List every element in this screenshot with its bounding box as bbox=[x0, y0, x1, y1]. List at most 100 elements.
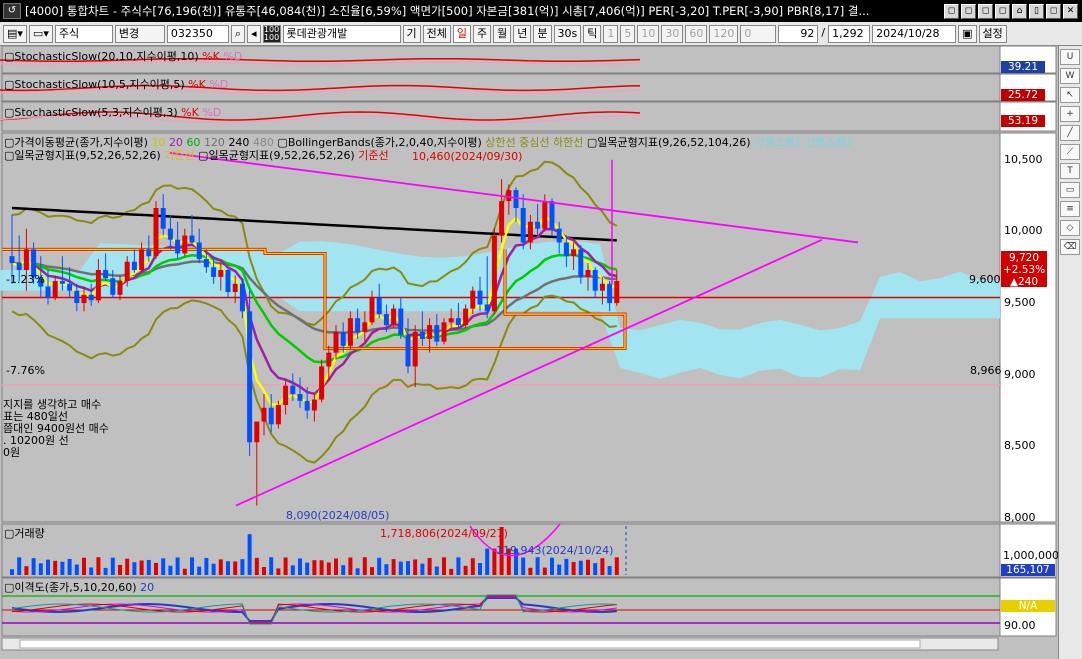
right-toolbar: U W ↖ + ╱ ⟋ T ▭ ≡ ◇ ⌫ bbox=[1058, 46, 1082, 659]
high-annotation: 10,460(2024/09/30) bbox=[412, 150, 523, 163]
stock-code-input[interactable]: 032350 bbox=[166, 24, 229, 43]
window-btn-5[interactable]: ⌂ bbox=[1012, 3, 1027, 19]
candle-body bbox=[304, 400, 310, 411]
stoch1-k: %K bbox=[202, 50, 220, 63]
candle-body bbox=[362, 322, 368, 332]
right-tool-1[interactable]: U bbox=[1060, 49, 1080, 65]
erase-tool-icon[interactable]: ⌫ bbox=[1060, 239, 1080, 255]
axis-bg-3 bbox=[999, 132, 1057, 523]
spin-input[interactable]: 0 bbox=[740, 24, 777, 43]
candle-body bbox=[427, 325, 433, 339]
volume-bar bbox=[586, 559, 590, 575]
stock-name-field: 롯데관광개발 bbox=[282, 24, 401, 43]
volume-bar bbox=[334, 558, 338, 575]
fib-tool-icon[interactable]: ≡ bbox=[1060, 201, 1080, 217]
candle-body bbox=[376, 297, 382, 315]
volume-bar bbox=[110, 557, 115, 575]
volume-bar bbox=[607, 566, 612, 575]
candle-body bbox=[311, 399, 317, 411]
hundred-button[interactable]: 100 100 bbox=[262, 24, 281, 43]
candle-body bbox=[110, 278, 116, 295]
rect-tool-icon[interactable]: ▭ bbox=[1060, 182, 1080, 198]
disparity-label: ▢이격도(종가,5,10,20,60) 20 bbox=[4, 581, 155, 594]
volume-bar bbox=[182, 568, 187, 575]
candle-body bbox=[160, 208, 166, 229]
candle-body bbox=[254, 421, 260, 443]
volume-bar bbox=[542, 567, 547, 575]
volume-bar bbox=[175, 557, 180, 575]
interval-5[interactable]: 5 bbox=[620, 24, 636, 43]
change-select[interactable]: 변경 bbox=[114, 24, 165, 43]
volume-bar bbox=[290, 565, 295, 575]
candle-body bbox=[556, 228, 562, 243]
volume-bar bbox=[449, 568, 454, 575]
window-btn-3[interactable]: ◻ bbox=[978, 3, 993, 19]
search-icon[interactable]: ⌕ bbox=[230, 24, 246, 43]
line-tool-icon[interactable]: ╱ bbox=[1060, 125, 1080, 141]
candle-body bbox=[549, 201, 555, 229]
save-icon[interactable]: ▣ bbox=[958, 24, 977, 43]
volume-bar bbox=[298, 558, 302, 575]
minimize-button[interactable]: ◻ bbox=[1046, 3, 1061, 19]
window-btn-2[interactable]: ◻ bbox=[961, 3, 976, 19]
volume-bar bbox=[190, 557, 194, 575]
volume-bar bbox=[478, 563, 482, 575]
volume-last-annotation: 119,943(2024/10/24) bbox=[496, 544, 614, 557]
volume-bar bbox=[262, 566, 266, 575]
all-button[interactable]: 전체 bbox=[422, 24, 451, 43]
legend-ichi2-base: 기준선 bbox=[164, 149, 195, 162]
tab-week[interactable]: 주 bbox=[473, 24, 492, 43]
close-button[interactable]: ✕ bbox=[1063, 3, 1078, 19]
volume-bar bbox=[233, 561, 238, 575]
volume-bar bbox=[326, 562, 331, 575]
right-tool-2[interactable]: W bbox=[1060, 68, 1080, 84]
cursor-icon[interactable]: ↖ bbox=[1060, 87, 1080, 103]
tab-year[interactable]: 년 bbox=[513, 24, 532, 43]
tab-tick[interactable]: 틱 bbox=[583, 24, 602, 43]
interval-30[interactable]: 30 bbox=[661, 24, 684, 43]
stoch-panel-1-label: ▢StochasticSlow(20,10,지수이평,10) %K %D bbox=[4, 50, 243, 63]
volume-peak-annotation: 1,718,806(2024/09/27) bbox=[380, 527, 508, 540]
candle-body bbox=[535, 221, 541, 229]
layout-icon[interactable]: ▭▾ bbox=[28, 24, 53, 43]
gann-tool-icon[interactable]: ◇ bbox=[1060, 220, 1080, 236]
stoch3-k: %K bbox=[181, 106, 199, 119]
settings-button[interactable]: 설정 bbox=[978, 24, 1007, 43]
window-btn-1[interactable]: ◻ bbox=[944, 3, 959, 19]
disparity-badge: N/A bbox=[1001, 600, 1055, 612]
period-button[interactable]: 기 bbox=[402, 24, 421, 43]
interval-60[interactable]: 60 bbox=[685, 24, 708, 43]
volume-bar bbox=[571, 561, 576, 575]
tab-30s[interactable]: 30s bbox=[553, 24, 582, 43]
chart-area[interactable]: ▢StochasticSlow(20,10,지수이평,10) %K %D ▢St… bbox=[0, 46, 1082, 659]
candle-body bbox=[81, 294, 87, 304]
candle-body bbox=[124, 261, 130, 282]
window-btn-4[interactable]: ◻ bbox=[995, 3, 1010, 19]
current-price: 9,720 bbox=[1008, 252, 1040, 264]
stoch1-d: %D bbox=[223, 50, 243, 63]
text-tool-icon[interactable]: T bbox=[1060, 163, 1080, 179]
crosshair-icon[interactable]: + bbox=[1060, 106, 1080, 122]
tab-day[interactable]: 일 bbox=[452, 24, 472, 43]
candle-body bbox=[88, 294, 94, 301]
candle-body bbox=[146, 249, 152, 257]
candle-body bbox=[23, 249, 29, 270]
chart-type-icon[interactable]: ▤▾ bbox=[3, 24, 27, 43]
tab-month[interactable]: 월 bbox=[493, 24, 512, 43]
tab-minute[interactable]: 분 bbox=[533, 24, 552, 43]
disparity-label-suffix: 20 bbox=[140, 581, 155, 594]
current-change: +2.53% bbox=[1002, 264, 1046, 276]
candle-body bbox=[268, 407, 274, 425]
volume-bar bbox=[427, 558, 432, 575]
window-btn-6[interactable]: ▯ bbox=[1029, 3, 1044, 19]
prev-stock-icon[interactable]: ◂ bbox=[247, 24, 261, 43]
volume-bar bbox=[197, 566, 202, 575]
interval-10[interactable]: 10 bbox=[637, 24, 660, 43]
trend-tool-icon[interactable]: ⟋ bbox=[1060, 144, 1080, 160]
volume-bar bbox=[226, 561, 230, 575]
interval-1[interactable]: 1 bbox=[603, 24, 619, 43]
interval-120[interactable]: 120 bbox=[709, 24, 739, 43]
date-input[interactable]: 2024/10/28 bbox=[872, 24, 957, 43]
count-input[interactable]: 92 bbox=[778, 24, 819, 43]
market-select[interactable]: 주식 bbox=[54, 24, 113, 43]
